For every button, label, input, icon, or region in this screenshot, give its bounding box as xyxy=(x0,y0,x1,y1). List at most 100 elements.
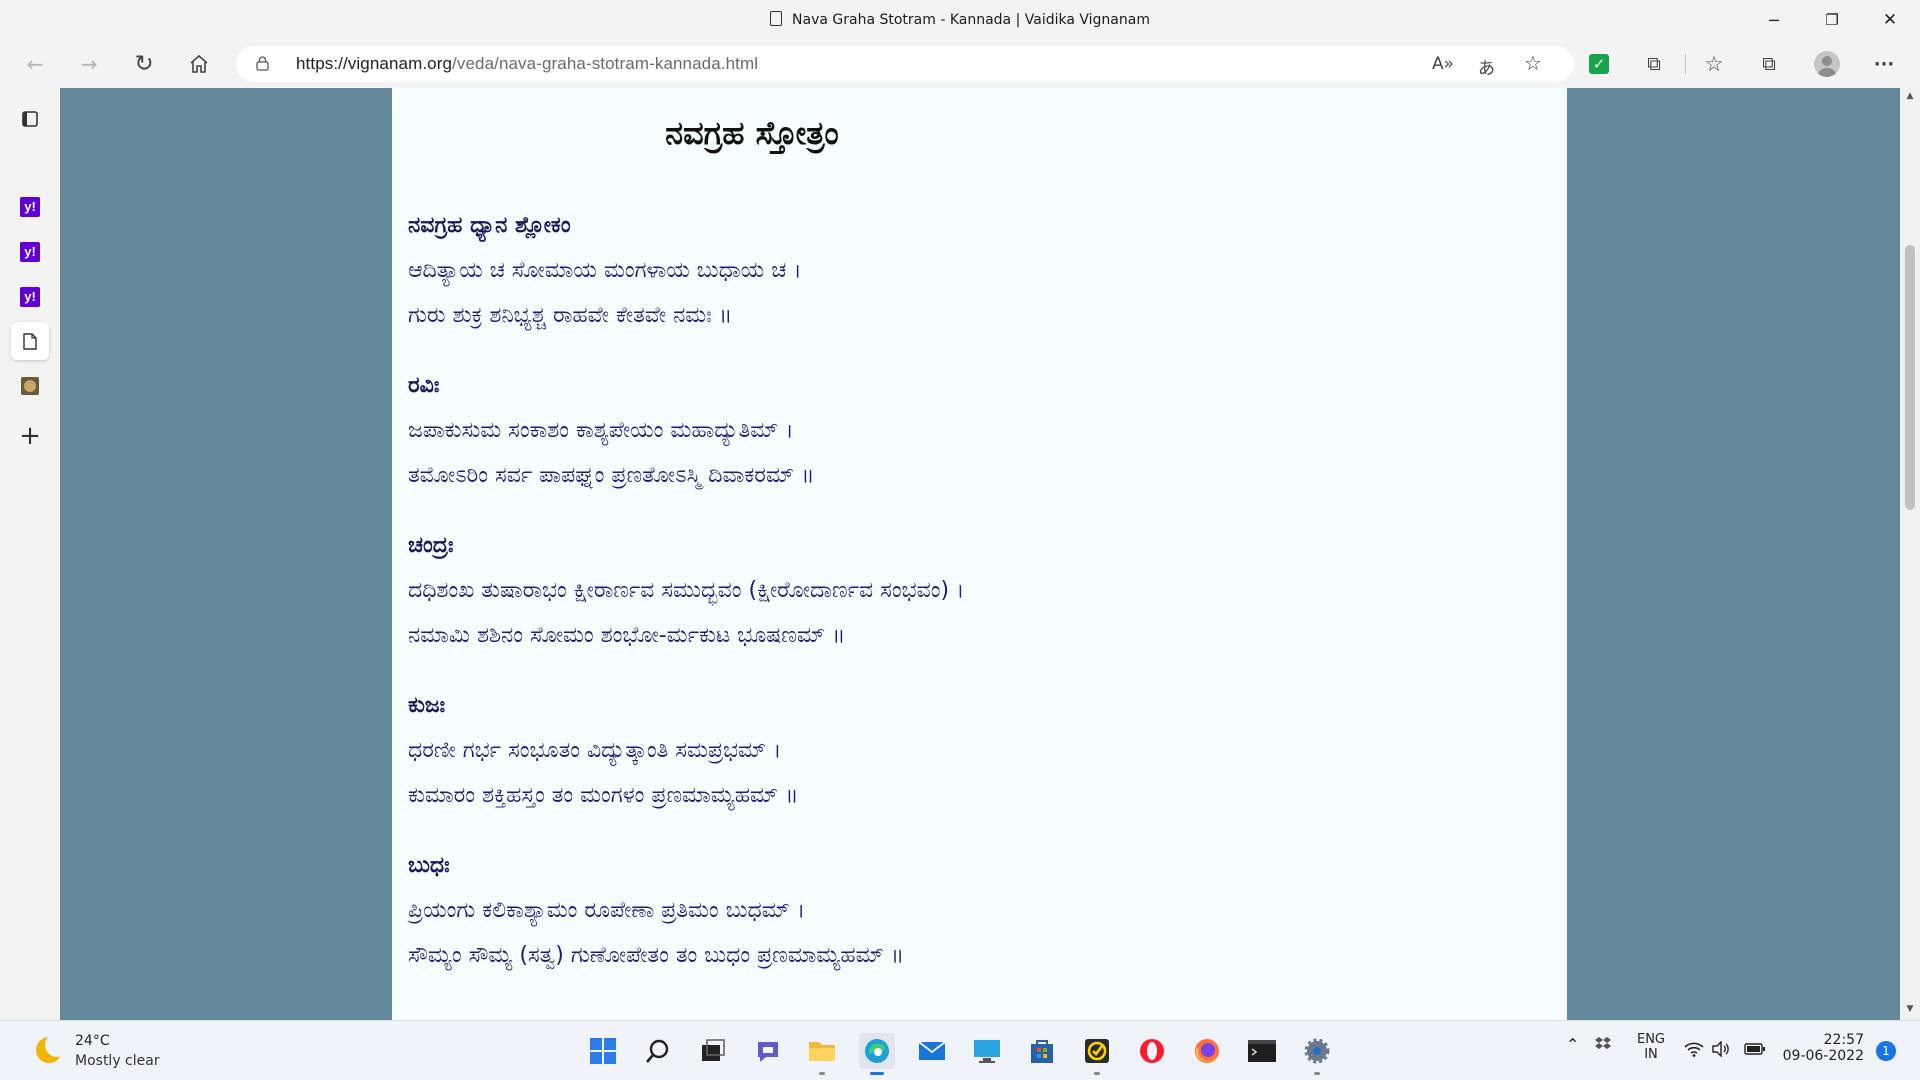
dropbox-tray-icon[interactable] xyxy=(1594,1035,1612,1057)
search-button[interactable] xyxy=(640,1033,676,1069)
task-view-button[interactable] xyxy=(695,1033,731,1069)
extensions-button[interactable]: ⧉ xyxy=(1636,46,1672,82)
verse-line: ನಮಾಮಿ ಶಶಿನಂ ಸೋಮಂ ಶಂಭೋ-ರ್ಮಕುಟ ಭೂಷಣಮ್ ॥ xyxy=(408,623,846,648)
checkmark-icon: ✓ xyxy=(1589,54,1609,74)
terminal-icon xyxy=(1248,1040,1276,1062)
moon-icon xyxy=(36,1033,69,1063)
verse-line: ಧರಣೀ ಗರ್ಭ ಸಂಭೂತಂ ವಿದ್ಯುತ್ಕಾಂತಿ ಸಮಪ್ರಭಮ್ … xyxy=(408,738,782,763)
window-title-bar: Nava Graha Stotram - Kannada | Vaidika V… xyxy=(0,0,1920,40)
scroll-down-arrow[interactable]: ▼ xyxy=(1904,1004,1916,1014)
collections-button[interactable]: ⧉ xyxy=(1751,46,1787,82)
language-indicator[interactable]: ENG IN xyxy=(1634,1032,1668,1062)
home-button[interactable] xyxy=(181,46,217,82)
tab-nava-graha-stotram[interactable] xyxy=(11,322,49,360)
verse-line: ದಧಿಶಂಖ ತುಷಾರಾಭಂ ಕ್ಷೀರಾರ್ಣವ ಸಮುದ್ಭವಂ (ಕ್ಷ… xyxy=(408,578,965,603)
monitor-icon xyxy=(974,1040,1000,1063)
volume-control[interactable] xyxy=(1712,1040,1730,1061)
add-favorite-icon[interactable]: ☆ xyxy=(1524,51,1542,75)
scroll-up-arrow[interactable]: ▲ xyxy=(1904,91,1916,101)
extension-checkmark-button[interactable]: ✓ xyxy=(1581,46,1617,82)
firefox-icon xyxy=(1195,1039,1219,1063)
verse-line: ಆದಿತ್ಯಾಯ ಚ ಸೋಮಾಯ ಮಂಗಳಾಯ ಬುಧಾಯ ಚ । xyxy=(408,258,802,283)
security-app-button[interactable] xyxy=(1079,1033,1115,1075)
region-code: IN xyxy=(1644,1047,1658,1062)
section-heading: ಚಂದ್ರಃ xyxy=(408,533,454,558)
forward-button[interactable]: → xyxy=(71,46,107,82)
chat-button[interactable] xyxy=(750,1033,786,1069)
verse-line: ಸೌಮ್ಯಂ ಸೌಮ್ಯ (ಸತ್ವ) ಗುಣೋಪೇತಂ ತಂ ಬುಧಂ ಪ್ರ… xyxy=(408,943,905,968)
scrollbar-thumb[interactable] xyxy=(1905,245,1915,510)
yahoo-icon: y! xyxy=(20,287,40,307)
page-scrollbar[interactable]: ▲ ▼ xyxy=(1900,88,1920,1020)
tab-yahoo-3[interactable]: y! xyxy=(11,278,49,316)
folder-icon xyxy=(809,1042,835,1061)
verse-line: ಪ್ರಿಯಂಗು ಕಲಿಕಾಶ್ಯಾಮಂ ರೂಪೇಣಾ ಪ್ರತಿಮಂ ಬುಧಮ… xyxy=(408,898,806,923)
section-heading: ರವಿಃ xyxy=(408,373,440,398)
edge-browser-button[interactable] xyxy=(859,1033,895,1075)
document-icon xyxy=(23,332,37,350)
more-options-button[interactable]: ··· xyxy=(1866,46,1902,82)
section-heading: ನವಗ್ರಹ ಧ್ಯಾನ ಶ್ಲೋಕಂ xyxy=(408,213,571,238)
url-text[interactable]: https://vignanam.org/veda/nava-graha-sto… xyxy=(296,54,758,74)
tab-yahoo-2[interactable]: y! xyxy=(11,233,49,271)
file-explorer-button[interactable] xyxy=(804,1033,840,1075)
verse-line: ಜಪಾಕುಸುಮ ಸಂಕಾಶಂ ಕಾಶ್ಯಪೇಯಂ ಮಹಾದ್ಯುತಿಮ್ । xyxy=(408,418,794,443)
profile-button[interactable] xyxy=(1809,46,1845,82)
site-favicon-icon xyxy=(21,377,39,395)
close-button[interactable]: ✕ xyxy=(1862,0,1918,40)
weather-temperature: 24°C xyxy=(75,1033,110,1049)
tab-actions-icon xyxy=(22,111,38,127)
tab-actions-button[interactable] xyxy=(11,100,49,138)
tab-yahoo-1[interactable]: y! xyxy=(11,188,49,226)
store-button[interactable] xyxy=(1024,1033,1060,1069)
refresh-button[interactable]: ↻ xyxy=(126,46,162,82)
opera-button[interactable] xyxy=(1134,1033,1170,1069)
read-aloud-icon[interactable]: A» xyxy=(1432,54,1454,74)
address-bar[interactable]: https://vignanam.org/veda/nava-graha-sto… xyxy=(236,46,1574,82)
document-icon xyxy=(770,11,783,26)
search-icon xyxy=(646,1039,669,1063)
minimize-button[interactable]: ─ xyxy=(1746,0,1802,40)
clock-time: 22:57 xyxy=(1823,1032,1864,1048)
firefox-button[interactable] xyxy=(1189,1033,1225,1069)
dropbox-icon xyxy=(1595,1037,1611,1049)
edge-icon xyxy=(865,1039,889,1063)
remote-desktop-button[interactable] xyxy=(969,1033,1005,1069)
favorites-button[interactable]: ☆ xyxy=(1696,46,1732,82)
restore-button[interactable]: ❐ xyxy=(1804,0,1860,40)
clock[interactable]: 22:57 09-06-2022 xyxy=(1770,1032,1864,1064)
network-status[interactable] xyxy=(1684,1041,1704,1061)
section-heading: ಬುಧಃ xyxy=(408,853,450,878)
start-button[interactable] xyxy=(585,1033,621,1069)
battery-status[interactable] xyxy=(1744,1043,1766,1059)
browser-toolbar: ← → ↻ https://vignanam.org/veda/nava-gra… xyxy=(0,40,1920,88)
store-icon xyxy=(1031,1040,1053,1063)
terminal-button[interactable] xyxy=(1244,1033,1280,1069)
url-path: /veda/nava-graha-stotram-kannada.html xyxy=(452,54,759,73)
verse-line: ಗುರು ಶುಕ್ರ ಶನಿಭ್ಯಶ್ಚ ರಾಹವೇ ಕೇತವೇ ನಮಃ ॥ xyxy=(408,303,733,328)
mail-button[interactable] xyxy=(914,1033,950,1069)
task-view-icon xyxy=(702,1039,725,1061)
window-title-text: Nava Graha Stotram - Kannada | Vaidika V… xyxy=(792,12,1150,28)
avatar xyxy=(1814,51,1840,77)
settings-button[interactable] xyxy=(1299,1033,1335,1075)
new-tab-button[interactable]: + xyxy=(11,417,49,455)
speaker-icon xyxy=(1712,1040,1729,1058)
mail-icon xyxy=(918,1041,946,1060)
back-button[interactable]: ← xyxy=(17,46,53,82)
section-heading: ಕುಜಃ xyxy=(408,693,446,718)
translate-icon[interactable]: あ xyxy=(1478,54,1495,79)
url-domain: https://vignanam.org xyxy=(296,54,453,73)
tab-image-site[interactable] xyxy=(11,367,49,405)
home-icon xyxy=(190,54,208,73)
notification-badge[interactable]: 1 xyxy=(1876,1041,1896,1061)
shield-check-icon xyxy=(1085,1039,1109,1063)
lock-icon[interactable] xyxy=(256,56,269,71)
weather-condition: Mostly clear xyxy=(75,1053,160,1069)
vertical-tabs-sidebar: y! y! y! + xyxy=(0,88,60,1020)
show-hidden-icons-button[interactable]: ⌃ xyxy=(1566,1035,1579,1054)
opera-icon xyxy=(1140,1039,1164,1063)
gear-icon xyxy=(1304,1038,1330,1064)
windows-taskbar: 24°C Mostly clear ⌃ ENG IN 22:57 09-06-2… xyxy=(0,1020,1920,1080)
window-title: Nava Graha Stotram - Kannada | Vaidika V… xyxy=(0,11,1920,28)
